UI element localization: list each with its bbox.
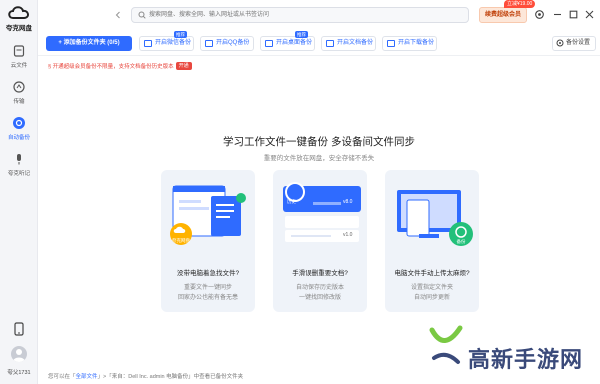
- qq-backup-button[interactable]: 开启QQ备份: [200, 36, 254, 51]
- gear-icon[interactable]: [534, 9, 545, 20]
- back-arrow-icon[interactable]: [114, 11, 122, 19]
- folder-icon: [326, 40, 334, 47]
- hero-title: 学习工作文件一键备份 多设备间文件同步: [223, 136, 415, 148]
- hero-subtitle: 重要的文件放在网盘，安全存储不丢失: [263, 155, 375, 162]
- app-name: 夸克网盘: [6, 25, 32, 32]
- quark-logo-icon: [8, 6, 29, 19]
- notice-text: 开通超级会员备份不限量，支持文档备份历史版本: [52, 64, 174, 70]
- recommend-badge: 推荐: [295, 31, 308, 38]
- transfer-icon: [13, 81, 25, 93]
- card-title: 电脑文件手动上传太麻烦?: [394, 270, 470, 277]
- card-desc: 重要文件一键同步: [183, 285, 232, 291]
- chip-label: 开启文档备份: [337, 40, 374, 46]
- user-avatar-icon: [13, 349, 25, 362]
- cloud-file-icon: [13, 45, 25, 57]
- card-desc: 自动保存历史版本: [295, 285, 344, 291]
- wechat-backup-button[interactable]: 开启微信备份 推荐: [139, 31, 194, 51]
- sidebar-item-cloud-files[interactable]: 云文件: [0, 44, 38, 78]
- maximize-icon[interactable]: [568, 9, 579, 20]
- history-label: 历史: [287, 199, 296, 204]
- version-latest: v8.0: [343, 199, 353, 205]
- backup-location-hint: 您可以在「全部文件」>「来自：Dell Inc. admin 电脑备份」中查看已…: [48, 372, 243, 380]
- footer-text: 您可以在「: [48, 374, 76, 380]
- minimize-icon[interactable]: [552, 9, 563, 20]
- add-backup-folder-label: 添加备份文件夹 (0/5): [63, 40, 120, 46]
- app-window: 夸克网盘 云文件 传输 自动备份 夸克听记 夸父1731 续费超级会员: [0, 0, 600, 384]
- card-desc: 设置指定文件夹: [410, 285, 453, 291]
- renew-vip-button[interactable]: 续费超级会员: [479, 7, 527, 23]
- sidebar-item-label: 传输: [13, 99, 25, 105]
- add-backup-folder-button[interactable]: + 添加备份文件夹 (0/5): [46, 36, 132, 51]
- feature-card-history: 历史 v8.0 v1.0 手滑误删重要文档? 自动保存历史版本 一键找回修改版: [273, 170, 367, 312]
- version-first: v1.0: [343, 232, 353, 238]
- document-backup-button[interactable]: 开启文档备份: [321, 36, 376, 51]
- card-desc: 自动同步更新: [413, 295, 450, 301]
- folder-icon: [144, 40, 152, 47]
- download-backup-button[interactable]: 开启下载备份: [382, 36, 437, 51]
- footer-text: 」>「来自：Dell Inc. admin 电脑备份」中查看已备份文件夹: [97, 374, 244, 380]
- chip-label: 开启微信备份: [155, 40, 192, 46]
- recommend-badge: 推荐: [174, 31, 187, 38]
- settings-icon: [556, 39, 564, 47]
- settings-label: 备份设置: [566, 40, 591, 46]
- folder-icon: [205, 40, 213, 47]
- top-bar: 续费超级会员 立减¥19.00: [38, 0, 600, 30]
- sidebar-item-label: 云文件: [10, 63, 28, 69]
- quark-drive-label: 夸克网盘: [172, 238, 190, 243]
- search-bar[interactable]: [131, 7, 469, 23]
- open-vip-badge[interactable]: 开通: [175, 62, 192, 70]
- card-title: 手滑误删重要文档?: [292, 270, 348, 277]
- vip-discount-badge: 立减¥19.00: [504, 0, 536, 8]
- card-desc: 回家办公也能有备无患: [177, 295, 238, 301]
- user-id: 夸父1731: [7, 370, 31, 376]
- sidebar: 夸克网盘 云文件 传输 自动备份 夸克听记 夸父1731: [0, 0, 38, 384]
- folder-icon: [265, 40, 273, 47]
- all-files-link[interactable]: 全部文件: [76, 374, 98, 380]
- backup-settings-button[interactable]: 备份设置: [552, 36, 596, 51]
- search-icon: [138, 11, 146, 19]
- feature-card-auto-backup: 备份 电脑文件手动上传太麻烦? 设置指定文件夹 自动同步更新: [385, 170, 479, 312]
- vip-notice[interactable]: § 开通超级会员备份不限量，支持文档备份历史版本 开通: [48, 62, 192, 72]
- sidebar-item-transfer[interactable]: 传输: [0, 80, 38, 114]
- microphone-icon: [17, 154, 21, 165]
- watermark-text: 高新手游网: [468, 348, 584, 373]
- backup-toolbar: + 添加备份文件夹 (0/5) 开启微信备份 推荐 开启QQ备份 开启桌面备份 …: [38, 30, 600, 56]
- sidebar-item-label: 夸克听记: [7, 171, 30, 177]
- close-icon[interactable]: [584, 9, 595, 20]
- version-history-illustration: [283, 182, 361, 242]
- chip-label: 开启桌面备份: [276, 40, 313, 46]
- search-input[interactable]: [149, 8, 459, 22]
- sidebar-item-quark-notes[interactable]: 夸克听记: [0, 152, 38, 186]
- card-title: 没带电脑着急找文件?: [176, 270, 240, 277]
- desktop-backup-button[interactable]: 开启桌面备份 推荐: [260, 31, 315, 51]
- backup-label: 备份: [456, 239, 466, 244]
- avatar[interactable]: [11, 346, 27, 362]
- card-desc: 一键找回修改版: [298, 295, 341, 301]
- feature-card-sync: 夸克网盘 没带电脑着急找文件? 重要文件一键同步 回家办公也能有备无患: [161, 170, 255, 312]
- chip-label: 开启QQ备份: [216, 40, 250, 46]
- chip-label: 开启下载备份: [398, 40, 435, 46]
- sidebar-item-label: 自动备份: [7, 135, 30, 141]
- folder-icon: [387, 40, 395, 47]
- sidebar-item-auto-backup[interactable]: 自动备份: [0, 116, 38, 150]
- mobile-device-icon[interactable]: [13, 322, 25, 336]
- auto-backup-icon: [13, 117, 25, 129]
